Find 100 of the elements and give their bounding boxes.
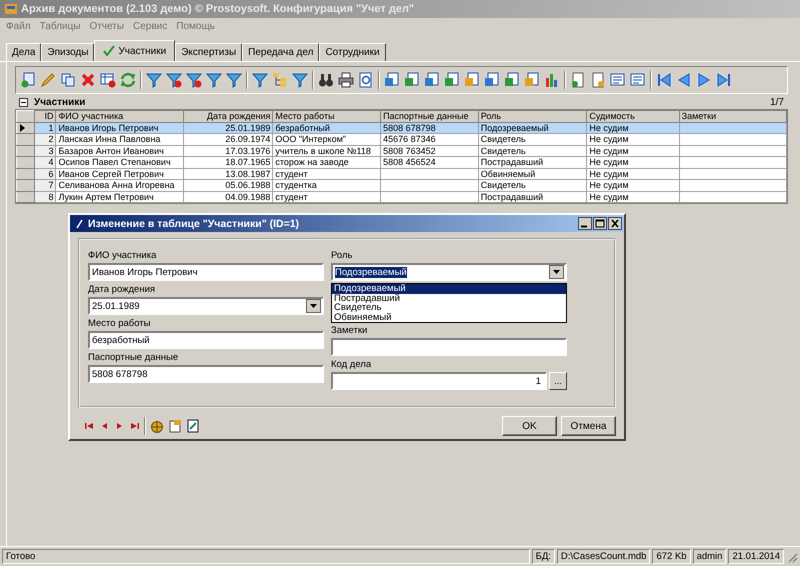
column-header[interactable]: Роль <box>478 110 587 122</box>
field-label: Место работы <box>88 318 152 329</box>
tab[interactable]: Эпизоды <box>41 43 94 61</box>
dropdown-option[interactable]: Обвиняемый <box>332 312 566 322</box>
tab[interactable]: Дела <box>6 43 42 61</box>
input-field[interactable] <box>331 338 567 356</box>
row-indicator[interactable] <box>16 122 34 134</box>
first-record-icon[interactable] <box>84 420 95 432</box>
column-header[interactable]: Судимость <box>586 110 680 122</box>
document-icon[interactable] <box>186 419 200 433</box>
collapse-icon[interactable] <box>19 98 28 106</box>
tab[interactable]: Участники <box>94 40 176 61</box>
filter-icon[interactable] <box>186 72 202 88</box>
last-record-icon[interactable] <box>129 420 140 432</box>
table-delete-icon[interactable] <box>100 72 116 88</box>
export-icon[interactable] <box>384 72 400 88</box>
globe-icon[interactable] <box>150 419 164 433</box>
export-icon[interactable] <box>464 72 480 88</box>
tree-icon[interactable] <box>272 72 288 88</box>
bar-chart-icon[interactable] <box>544 72 560 88</box>
pencil-icon[interactable] <box>40 72 56 88</box>
field-label: Заметки <box>331 325 368 336</box>
tab[interactable]: Передача дел <box>242 43 320 61</box>
input-field[interactable]: 5808 678798 <box>88 365 324 383</box>
column-header[interactable]: Паспортные данные <box>380 110 478 122</box>
dropdown-caret-icon[interactable] <box>306 299 321 313</box>
column-header[interactable]: ID <box>34 110 56 122</box>
input-field[interactable]: безработный <box>88 331 324 349</box>
field-label: Роль <box>331 250 354 261</box>
export-icon[interactable] <box>524 72 540 88</box>
filter-icon[interactable] <box>166 72 182 88</box>
filter-icon[interactable] <box>252 72 268 88</box>
copy-icon[interactable] <box>60 72 76 88</box>
column-header[interactable]: Заметки <box>679 110 786 122</box>
table-cell: Не судим <box>586 134 680 145</box>
dropdown-option[interactable]: Подозреваемый <box>332 284 566 294</box>
table-cell: 5808 678798 <box>380 122 478 134</box>
field-label: Паспортные данные <box>88 352 180 363</box>
input-field[interactable]: 1 <box>331 372 547 390</box>
list-icon[interactable] <box>610 72 626 88</box>
resize-grip-icon[interactable] <box>786 550 798 562</box>
record-counter: 1/7 <box>770 96 784 108</box>
dropdown-caret-icon[interactable] <box>549 265 564 279</box>
table-cell: Не судим <box>586 122 680 134</box>
printer-icon[interactable] <box>338 72 354 88</box>
table-cell: безработный <box>272 122 381 134</box>
table-cell: Свидетель <box>478 180 587 191</box>
filter-icon[interactable] <box>226 72 242 88</box>
maximize-icon[interactable] <box>593 217 607 230</box>
table-cell: Лукин Артем Петрович <box>56 191 184 202</box>
field-label: Дата рождения <box>88 284 156 295</box>
binoculars-icon[interactable] <box>318 72 334 88</box>
filter-icon[interactable] <box>292 72 308 88</box>
dropdown-option[interactable]: Свидетель <box>332 303 566 312</box>
input-field[interactable]: Подозреваемый <box>331 263 567 281</box>
document-icon[interactable] <box>168 419 182 433</box>
note-icon[interactable] <box>570 72 586 88</box>
table-cell: 18.07.1965 <box>184 156 273 168</box>
pencil-icon <box>76 218 84 228</box>
export-icon[interactable] <box>444 72 460 88</box>
table-cell: 25.01.1989 <box>184 122 273 134</box>
close-icon[interactable] <box>608 217 622 230</box>
column-header[interactable]: Дата рождения <box>184 110 273 122</box>
table-cell: ООО "Интерком" <box>272 134 381 145</box>
tab[interactable]: Сотрудники <box>319 43 386 61</box>
last-record-icon[interactable] <box>716 72 732 88</box>
filter-icon[interactable] <box>206 72 222 88</box>
next-record-icon[interactable] <box>696 72 712 88</box>
export-icon[interactable] <box>404 72 420 88</box>
table-cell: Свидетель <box>478 134 587 145</box>
table-cell: Не судим <box>586 145 680 156</box>
export-icon[interactable] <box>484 72 500 88</box>
column-header[interactable]: Место работы <box>272 110 381 122</box>
previous-record-icon[interactable] <box>676 72 692 88</box>
minimize-icon[interactable] <box>578 217 592 230</box>
export-icon[interactable] <box>424 72 440 88</box>
preview-icon[interactable] <box>358 72 374 88</box>
table-cell: 13.08.1987 <box>184 168 273 180</box>
note-icon[interactable] <box>590 72 606 88</box>
tab[interactable]: Экспертизы <box>175 43 242 61</box>
list-icon[interactable] <box>630 72 646 88</box>
input-field[interactable]: Иванов Игорь Петрович <box>88 263 324 281</box>
filter-icon[interactable] <box>146 72 162 88</box>
table-cell: Осипов Павел Степанович <box>56 156 184 168</box>
input-field[interactable]: 25.01.1989 <box>88 297 324 315</box>
table-cell: 5808 456524 <box>380 156 478 168</box>
delete-icon[interactable] <box>80 72 96 88</box>
user-name: admin <box>692 549 726 564</box>
table-cell: Не судим <box>586 191 680 202</box>
export-icon[interactable] <box>504 72 520 88</box>
dialog-title: Изменение в таблице "Участники" (ID=1) <box>88 218 300 230</box>
check-icon <box>103 45 116 57</box>
first-record-icon[interactable] <box>656 72 672 88</box>
lookup-button[interactable]: ... <box>549 372 567 390</box>
dialog-button[interactable]: Отмена <box>561 416 616 436</box>
database-size: 672 Kb <box>652 549 691 564</box>
dropdown-option[interactable]: Пострадавший <box>332 294 566 303</box>
column-header[interactable]: ФИО участника <box>56 110 184 122</box>
dialog-button[interactable]: OK <box>502 416 557 436</box>
table-cell: Пострадавший <box>478 156 587 168</box>
